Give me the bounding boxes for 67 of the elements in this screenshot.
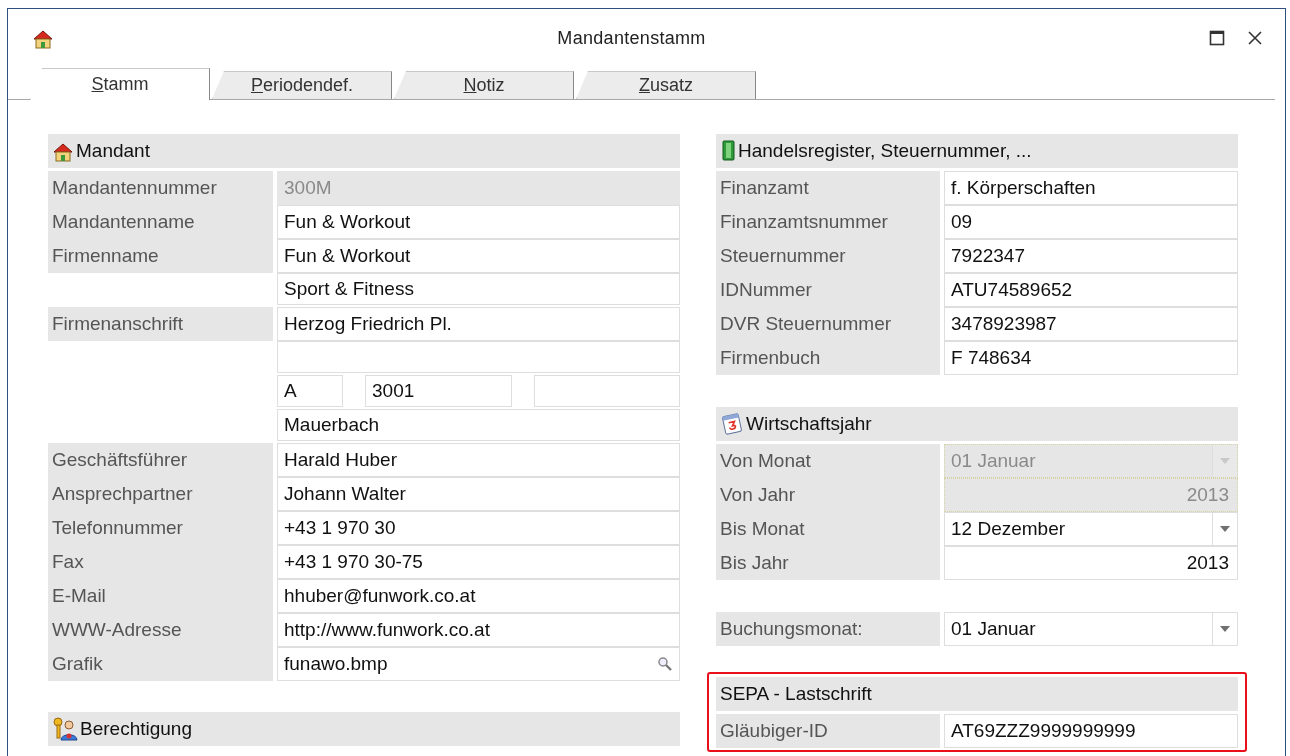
input-field[interactable]: Johann Walter (277, 477, 680, 511)
field-label: WWW-Adresse (48, 613, 273, 647)
field-label: Firmenbuch (716, 341, 940, 375)
input-field[interactable] (277, 341, 680, 373)
input-field[interactable]: F 748634 (944, 341, 1238, 375)
field-label: Telefonnummer (48, 511, 273, 545)
input-field[interactable]: 7922347 (944, 239, 1238, 273)
input-field[interactable]: 3478923987 (944, 307, 1238, 341)
tab[interactable]: Zusatz (576, 71, 756, 99)
input-field[interactable]: http://www.funwork.co.at (277, 613, 680, 647)
field-label: Buchungsmonat: (716, 612, 940, 646)
section-title: Handelsregister, Steuernummer, ... (738, 140, 1032, 162)
input-field[interactable]: Fun & Workout (277, 205, 680, 239)
field-label: Firmenname (48, 239, 273, 273)
field-label: Mandantenname (48, 205, 273, 239)
field-label: Finanzamtsnummer (716, 205, 940, 239)
field-label: Geschäftsführer (48, 443, 273, 477)
input-field[interactable]: +43 1 970 30-75 (277, 545, 680, 579)
dropdown-arrow-icon (1219, 457, 1231, 465)
search-icon[interactable] (657, 656, 673, 672)
field-label: Von Monat (716, 444, 940, 478)
input-field[interactable] (533, 375, 680, 407)
field-label: DVR Steuernummer (716, 307, 940, 341)
input-field[interactable]: funawo.bmp (277, 647, 680, 681)
tab[interactable]: Periodendef. (212, 71, 392, 99)
input-field[interactable]: Herzog Friedrich Pl. (277, 307, 680, 341)
user-key-icon (52, 716, 78, 742)
close-icon[interactable] (1247, 30, 1263, 46)
field-label: Firmenanschrift (48, 307, 273, 341)
field-label: Von Jahr (716, 478, 940, 512)
section-title: Berechtigung (80, 718, 192, 740)
field-label: Grafik (48, 647, 273, 681)
field-label: Gläubiger-ID (716, 714, 940, 748)
input-field[interactable]: A (277, 375, 343, 407)
input-field[interactable]: 2013 (944, 546, 1238, 580)
section-title: SEPA - Lastschrift (720, 683, 872, 705)
window-title: Mandantenstamm (556, 27, 707, 49)
input-field[interactable]: Sport & Fitness (277, 273, 680, 305)
field-label: Fax (48, 545, 273, 579)
dropdown-arrow-icon (1219, 625, 1231, 633)
input-field[interactable]: 09 (944, 205, 1238, 239)
input-field[interactable]: +43 1 970 30 (277, 511, 680, 545)
input-field[interactable]: Harald Huber (277, 443, 680, 477)
section-title: Wirtschaftsjahr (746, 413, 872, 435)
input-field[interactable]: ATU74589652 (944, 273, 1238, 307)
field-label: E-Mail (48, 579, 273, 613)
input-field[interactable]: Mauerbach (277, 409, 680, 441)
input-field[interactable]: AT69ZZZ9999999999 (944, 714, 1238, 748)
tab[interactable]: Stamm (30, 68, 210, 100)
field-label: Mandantennummer (48, 171, 273, 205)
input-field[interactable]: f. Körperschaften (944, 171, 1238, 205)
dropdown[interactable]: 01 Januar (944, 612, 1238, 646)
input-field[interactable]: hhuber@funwork.co.at (277, 579, 680, 613)
maximize-icon[interactable] (1209, 30, 1225, 46)
field-label: Ansprechpartner (48, 477, 273, 511)
dropdown-arrow-icon (1219, 525, 1231, 533)
field-label: Finanzamt (716, 171, 940, 205)
field-label: Bis Monat (716, 512, 940, 546)
book-icon (720, 140, 736, 162)
tab[interactable]: Notiz (394, 71, 574, 99)
dropdown[interactable]: 12 Dezember (944, 512, 1238, 546)
field-label: Steuernummer (716, 239, 940, 273)
field-label: Bis Jahr (716, 546, 940, 580)
field-label: IDNummer (716, 273, 940, 307)
section-title: Mandant (76, 140, 150, 162)
input-field[interactable]: Fun & Workout (277, 239, 680, 273)
input-field[interactable]: 3001 (365, 375, 512, 407)
